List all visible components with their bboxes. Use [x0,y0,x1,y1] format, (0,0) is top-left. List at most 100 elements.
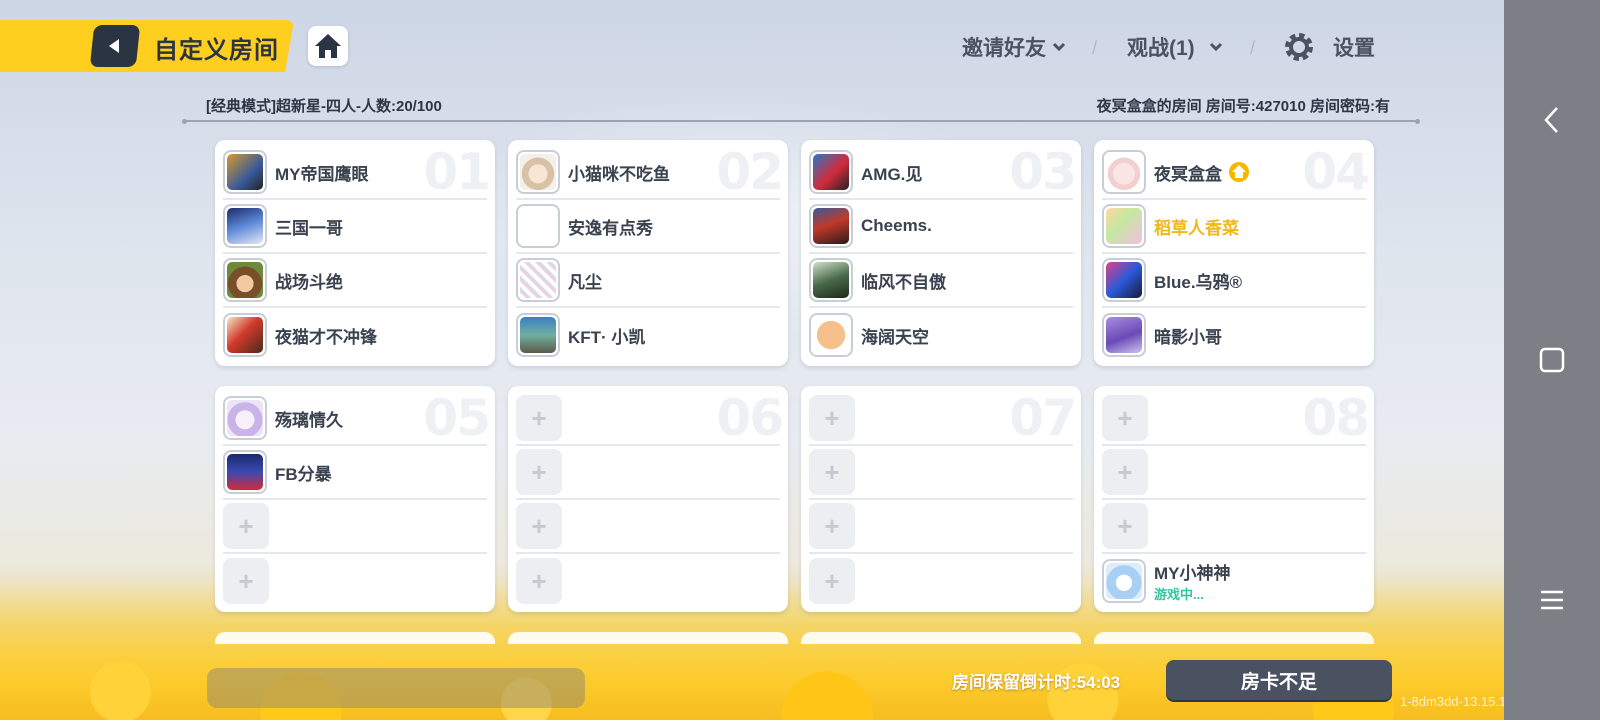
avatar[interactable] [1102,313,1146,357]
system-home-button[interactable] [1532,340,1572,380]
avatar-doodle [520,262,556,298]
avatar[interactable] [223,396,267,440]
player-name: 暗影小哥 [1154,327,1222,347]
player-name: 战场斗绝 [275,272,343,292]
add-player-button[interactable]: + [516,503,562,549]
player-slot[interactable]: 暗影小哥 [1102,308,1366,362]
room-card-button[interactable]: 房卡不足 [1166,660,1392,700]
team-card: 08 + + + MY小神神 游戏中... [1094,386,1374,612]
avatar[interactable] [809,258,853,302]
avatar-red-armor [227,317,263,353]
avatar[interactable] [1102,150,1146,194]
avatar-pale-anime [1106,154,1142,190]
add-player-button[interactable]: + [1102,395,1148,441]
empty-player-slot[interactable]: + [809,500,1073,554]
player-slot[interactable]: KFT· 小凯 [516,308,780,362]
empty-player-slot[interactable]: + [516,554,780,608]
empty-player-slot[interactable]: + [809,554,1073,608]
player-slot[interactable]: MY小神神 游戏中... [1102,554,1366,608]
player-slot[interactable]: 夜冥盒盒 [1102,146,1366,200]
game-mode-text: [经典模式]超新星-四人-人数:20/100 [206,98,442,115]
back-arrow-icon [109,39,119,53]
nav-separator: / [1250,38,1256,58]
empty-player-slot[interactable]: + [516,446,780,500]
player-slot[interactable]: FB分暴 [223,446,487,500]
avatar[interactable] [516,313,560,357]
empty-player-slot[interactable]: + [1102,392,1366,446]
player-slot[interactable]: AMG.见 [809,146,1073,200]
back-chevron-icon [1544,107,1558,133]
team-card: 04 夜冥盒盒 稻草人香菜 Blue.乌鸦® 暗影小哥 [1094,140,1374,366]
invite-friends-dropdown[interactable]: 邀请好友 [962,30,1066,64]
player-slot[interactable]: 夜猫才不冲锋 [223,308,487,362]
divider-dot [1415,119,1420,124]
player-name: MY帝国鹰眼 [275,164,369,184]
add-player-button[interactable]: + [516,558,562,604]
avatar[interactable] [1102,204,1146,248]
avatar[interactable] [516,150,560,194]
avatar[interactable] [516,258,560,302]
player-info: MY小神神 游戏中... [1154,559,1231,603]
avatar-blank [520,208,556,244]
avatar[interactable] [223,258,267,302]
player-slot[interactable]: 稻草人香菜 [1102,200,1366,254]
spectate-dropdown[interactable]: 观战(1) [1127,30,1223,64]
home-icon [315,34,341,58]
chevron-down-icon [1209,42,1223,52]
avatar[interactable] [223,450,267,494]
player-slot[interactable]: 殇璃情久 [223,392,487,446]
avatar[interactable] [809,150,853,194]
room-owner-icon [1228,161,1250,183]
player-slot[interactable]: 临风不自傲 [809,254,1073,308]
player-name: 临风不自傲 [861,272,946,292]
add-player-button[interactable]: + [809,503,855,549]
empty-player-slot[interactable]: + [516,392,780,446]
team-card: 05 殇璃情久 FB分暴 + + [215,386,495,612]
add-player-button[interactable]: + [1102,449,1148,495]
add-player-button[interactable]: + [223,558,269,604]
avatar[interactable] [809,313,853,357]
system-back-button[interactable] [1532,100,1572,140]
empty-player-slot[interactable]: + [1102,500,1366,554]
player-slot[interactable]: MY帝国鹰眼 [223,146,487,200]
player-slot[interactable]: 三国一哥 [223,200,487,254]
add-player-button[interactable]: + [516,449,562,495]
add-player-button[interactable]: + [809,449,855,495]
avatar[interactable] [223,204,267,248]
player-slot[interactable]: 海阔天空 [809,308,1073,362]
empty-player-slot[interactable]: + [223,554,487,608]
player-slot[interactable]: 凡尘 [516,254,780,308]
player-slot[interactable]: 安逸有点秀 [516,200,780,254]
player-slot[interactable]: 战场斗绝 [223,254,487,308]
chat-input[interactable] [207,668,585,708]
avatar[interactable] [1102,559,1146,603]
avatar[interactable] [516,204,560,248]
team-card: 02 小猫咪不吃鱼 安逸有点秀 凡尘 KFT· 小凯 [508,140,788,366]
player-slot[interactable]: 小猫咪不吃鱼 [516,146,780,200]
empty-player-slot[interactable]: + [809,392,1073,446]
add-player-button[interactable]: + [1102,503,1148,549]
avatar[interactable] [1102,258,1146,302]
system-menu-button[interactable] [1532,580,1572,620]
player-slot[interactable]: Blue.乌鸦® [1102,254,1366,308]
player-name: 夜冥盒盒 [1154,164,1222,184]
avatar-smiley [813,317,849,353]
empty-player-slot[interactable]: + [809,446,1073,500]
home-button[interactable] [308,26,348,66]
player-name: 凡尘 [568,272,602,292]
player-name: Blue.乌鸦® [1154,272,1243,292]
empty-player-slot[interactable]: + [223,500,487,554]
avatar-light-blue [1106,563,1142,599]
player-slot[interactable]: Cheems. [809,200,1073,254]
back-button[interactable] [89,25,141,67]
add-player-button[interactable]: + [809,395,855,441]
avatar[interactable] [809,204,853,248]
avatar[interactable] [223,313,267,357]
avatar[interactable] [223,150,267,194]
add-player-button[interactable]: + [516,395,562,441]
add-player-button[interactable]: + [809,558,855,604]
settings-button[interactable]: 设置 [1283,30,1375,64]
empty-player-slot[interactable]: + [1102,446,1366,500]
empty-player-slot[interactable]: + [516,500,780,554]
add-player-button[interactable]: + [223,503,269,549]
